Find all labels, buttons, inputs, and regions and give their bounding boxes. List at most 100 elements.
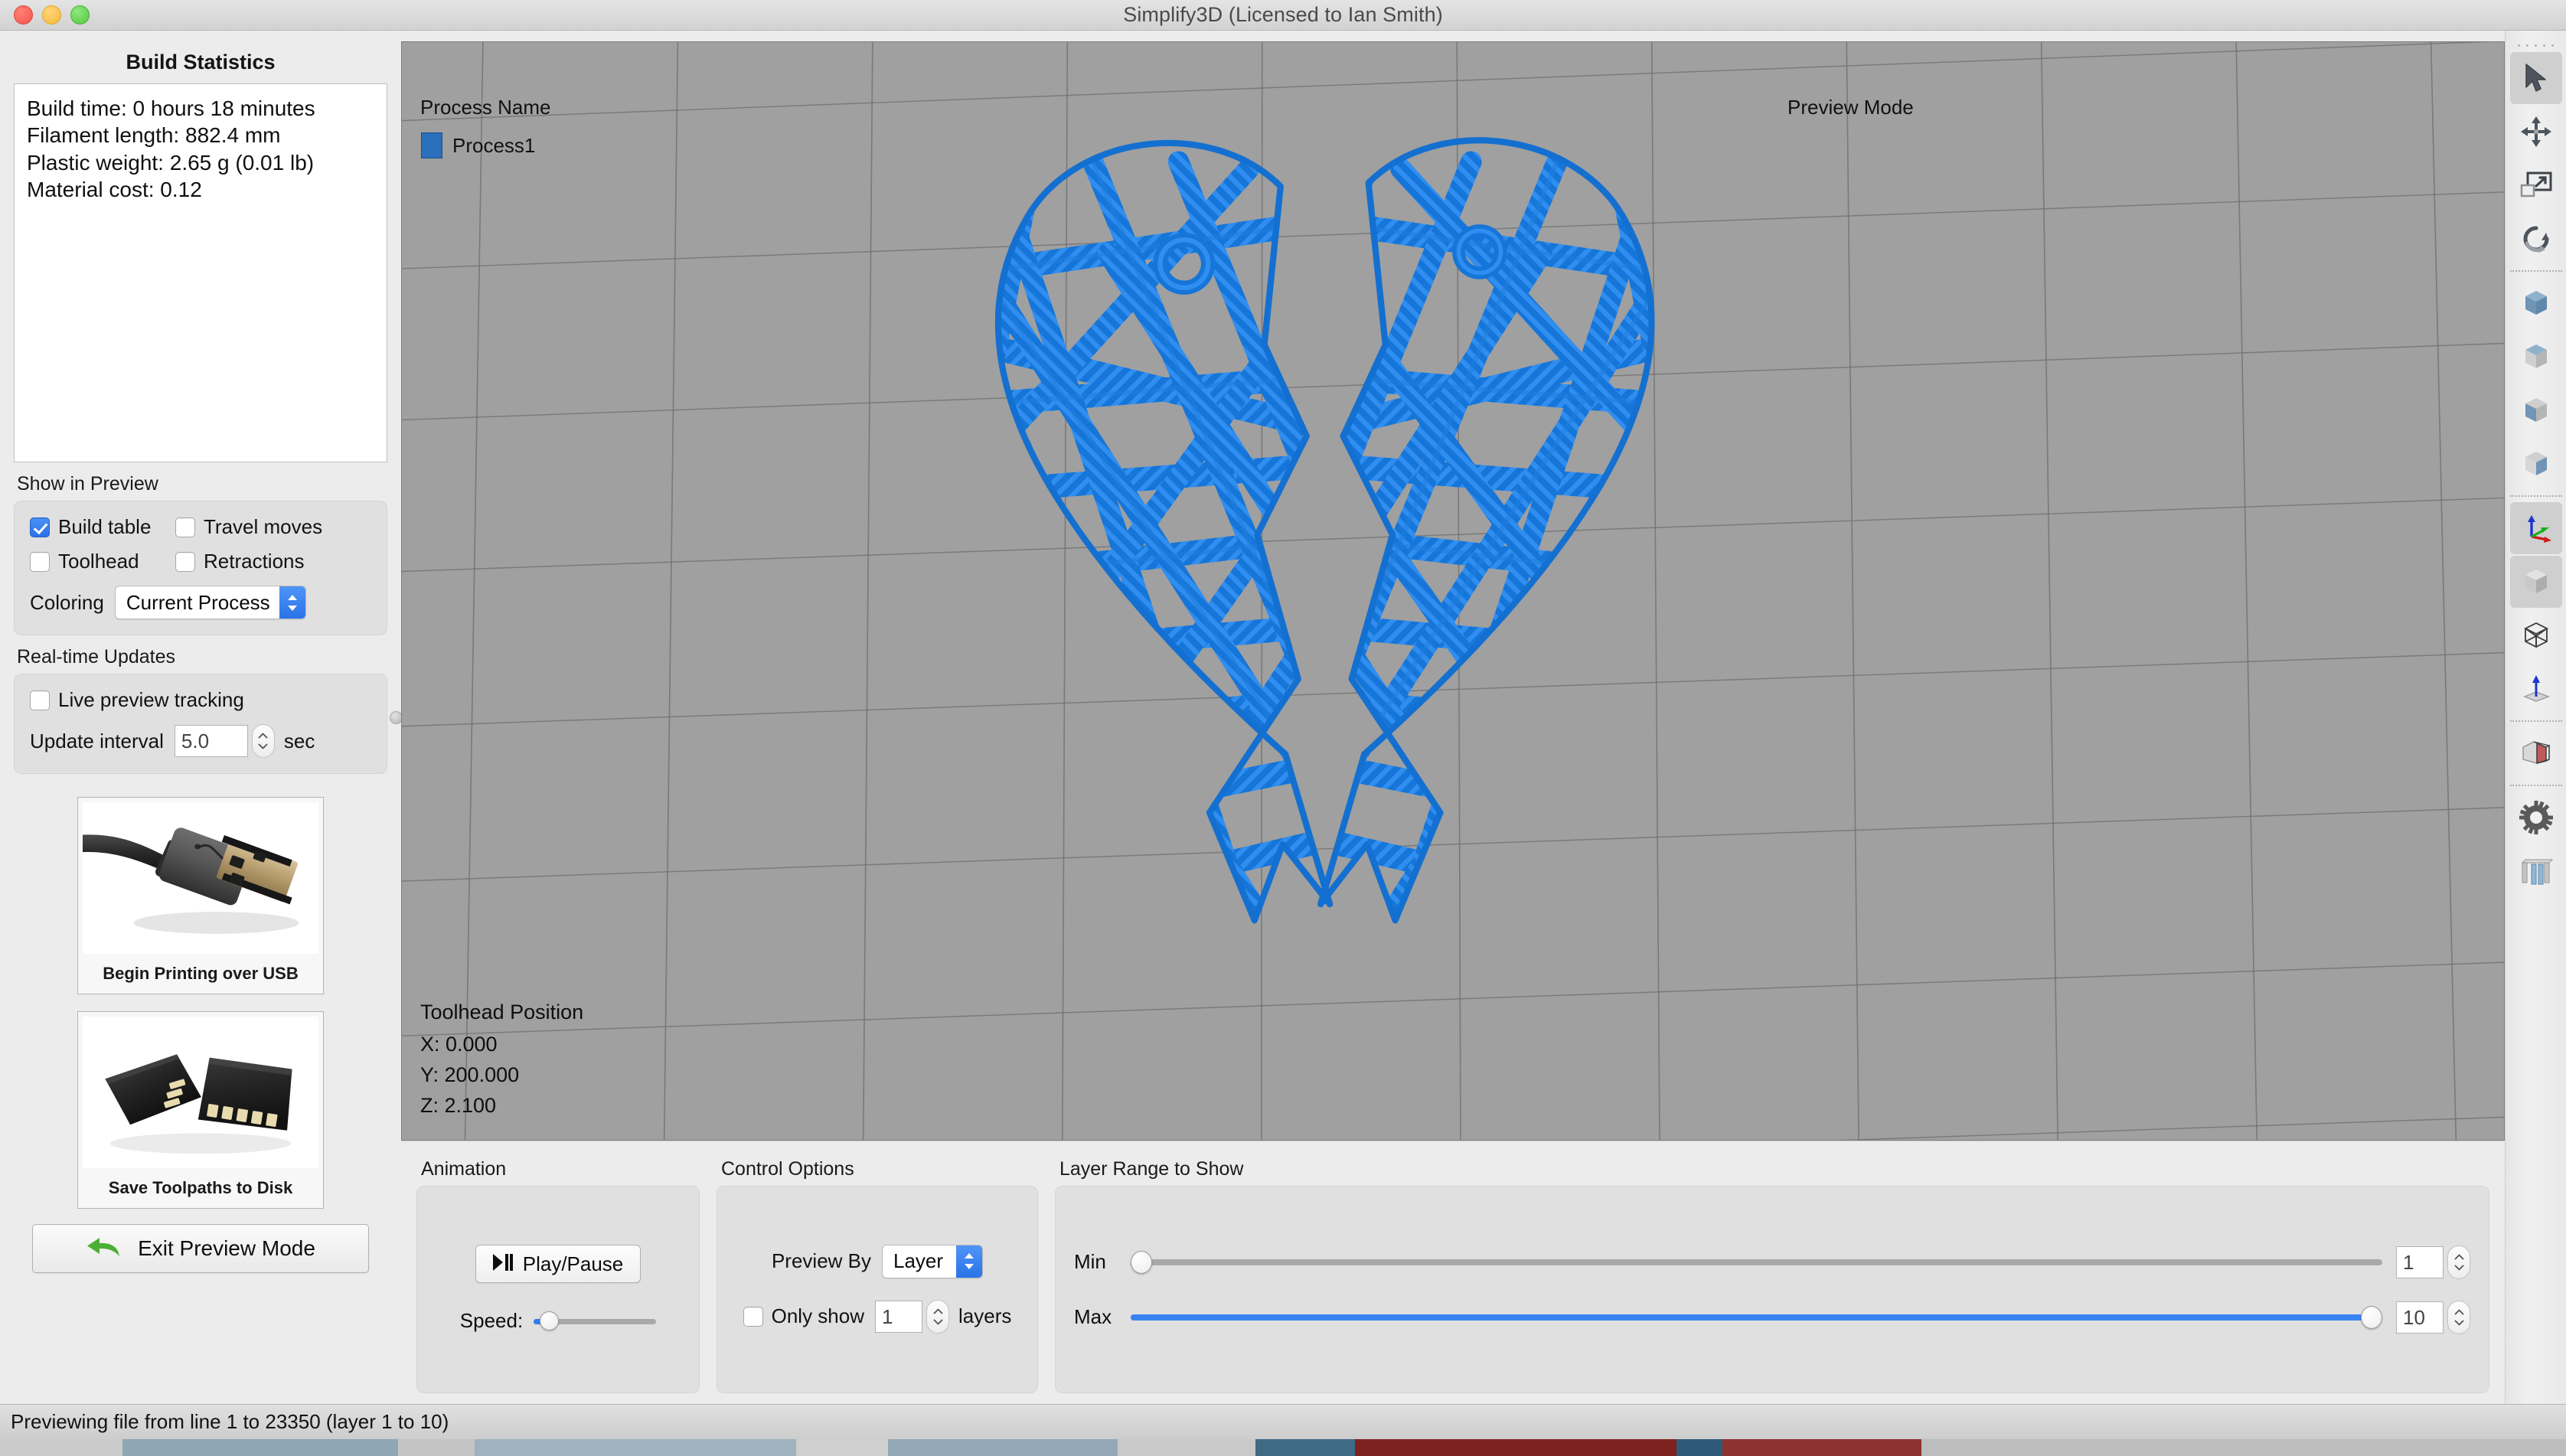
- exit-preview-mode-label: Exit Preview Mode: [138, 1236, 315, 1260]
- toolhead-x: X: 0.000: [420, 1033, 498, 1056]
- max-spin-wrap: 10: [2396, 1300, 2470, 1334]
- build-statistics-textbox: Build time: 0 hours 18 minutes Filament …: [14, 83, 387, 462]
- title-bar: Simplify3D (Licensed to Ian Smith): [0, 0, 2566, 31]
- speed-slider[interactable]: [534, 1311, 657, 1330]
- only-show-stepper[interactable]: [926, 1299, 950, 1334]
- min-label: Min: [1074, 1250, 1106, 1273]
- min-layer-slider[interactable]: [1131, 1250, 2382, 1274]
- preview-by-dropdown[interactable]: Layer: [882, 1244, 984, 1278]
- 3d-viewport[interactable]: Process Name Process1 Preview Mode Toolh…: [401, 41, 2505, 1141]
- support-structures-tool[interactable]: [2510, 845, 2562, 897]
- axes-indicator-tool[interactable]: [2509, 502, 2562, 554]
- control-options-label: Control Options: [721, 1158, 854, 1180]
- view-top-tool[interactable]: [2510, 331, 2562, 383]
- update-interval-input[interactable]: 5.0: [174, 725, 248, 757]
- view-side-tool[interactable]: [2510, 438, 2562, 490]
- build-table-label: Build table: [58, 515, 152, 538]
- update-interval-unit: sec: [283, 729, 315, 752]
- min-layer-row: Min 1: [1074, 1245, 2470, 1279]
- view-iso-tool[interactable]: [2510, 277, 2562, 329]
- material-cost-line: Material cost: 0.12: [27, 177, 202, 201]
- status-bar: Previewing file from line 1 to 23350 (la…: [0, 1404, 2566, 1439]
- view-front-tool[interactable]: [2510, 384, 2562, 436]
- min-slider-track: [1131, 1258, 2382, 1265]
- toolhead-checkbox-box[interactable]: [30, 551, 50, 572]
- min-layer-input[interactable]: 1: [2396, 1245, 2444, 1278]
- max-layer-input[interactable]: 10: [2396, 1301, 2444, 1334]
- view-wireframe-tool[interactable]: [2510, 609, 2562, 661]
- normal-direction-tool[interactable]: [2510, 663, 2562, 715]
- exit-preview-mode-button[interactable]: Exit Preview Mode: [32, 1224, 369, 1273]
- travel-moves-checkbox-box[interactable]: [175, 517, 195, 537]
- speed-row: Speed:: [459, 1309, 657, 1333]
- preview-by-row: Preview By Layer: [771, 1244, 984, 1278]
- speed-label: Speed:: [459, 1309, 524, 1332]
- toolhead-z: Z: 2.100: [420, 1094, 497, 1118]
- settings-gear-tool[interactable]: [2510, 792, 2562, 844]
- select-cursor-tool[interactable]: [2509, 52, 2562, 104]
- max-layer-stepper[interactable]: [2447, 1300, 2470, 1334]
- plastic-weight-line: Plastic weight: 2.65 g (0.01 lb): [27, 150, 315, 175]
- move-tool[interactable]: [2510, 106, 2562, 158]
- toolhead-checkbox[interactable]: Toolhead: [30, 550, 175, 573]
- only-show-row: Only show 1 layers: [743, 1299, 1011, 1334]
- live-preview-checkbox-box[interactable]: [30, 690, 50, 710]
- only-show-checkbox[interactable]: [743, 1306, 763, 1327]
- play-pause-button[interactable]: Play/Pause: [475, 1245, 642, 1283]
- close-window-button[interactable]: [14, 5, 33, 24]
- live-preview-row: Live preview tracking: [30, 688, 371, 712]
- status-text: Previewing file from line 1 to 23350 (la…: [11, 1410, 449, 1433]
- sd-card-icon: [83, 1017, 318, 1168]
- window-controls: [14, 0, 90, 30]
- application-window: Simplify3D (Licensed to Ian Smith) Build…: [0, 0, 2566, 1439]
- play-pause-icon: [492, 1253, 513, 1275]
- min-layer-stepper[interactable]: [2447, 1245, 2470, 1279]
- build-table-checkbox[interactable]: Build table: [30, 515, 175, 539]
- scale-tool[interactable]: [2510, 159, 2562, 211]
- travel-moves-checkbox[interactable]: Travel moves: [175, 515, 322, 539]
- view-solid-tool[interactable]: [2509, 556, 2562, 608]
- max-layer-row: Max 10: [1074, 1300, 2470, 1334]
- toolpath-model-broken-heart: [994, 137, 1655, 924]
- retractions-checkbox-box[interactable]: [175, 551, 195, 572]
- splitter-knob[interactable]: [389, 710, 403, 724]
- cross-section-tool[interactable]: [2510, 727, 2562, 779]
- toolbar-separator: [2509, 270, 2562, 272]
- toolbar-grab-handle[interactable]: [2510, 40, 2562, 51]
- retractions-checkbox[interactable]: Retractions: [175, 550, 305, 573]
- coloring-label: Coloring: [30, 590, 104, 614]
- realtime-updates-label: Real-time Updates: [17, 646, 176, 668]
- build-table-checkbox-box[interactable]: [30, 517, 50, 537]
- layer-range-group: Layer Range to Show Min 1 Max 10: [1055, 1155, 2489, 1393]
- animation-fieldset: Play/Pause Speed:: [416, 1186, 700, 1393]
- min-spin-wrap: 1: [2396, 1245, 2470, 1279]
- speed-slider-knob[interactable]: [540, 1311, 560, 1330]
- build-statistics-title: Build Statistics: [126, 51, 276, 73]
- left-sidebar: Build Statistics Build time: 0 hours 18 …: [0, 31, 403, 1404]
- checkbox-row-2: Toolhead Retractions: [30, 550, 371, 573]
- layer-range-label: Layer Range to Show: [1059, 1158, 1244, 1180]
- max-slider-knob[interactable]: [2361, 1305, 2382, 1329]
- live-preview-tracking-checkbox[interactable]: Live preview tracking: [30, 688, 244, 712]
- only-show-layers-input[interactable]: 1: [875, 1300, 923, 1333]
- usb-cable-icon: [83, 802, 318, 954]
- process-value: Process1: [452, 134, 536, 157]
- update-interval-stepper[interactable]: [251, 724, 275, 758]
- preview-by-label: Preview By: [771, 1249, 872, 1272]
- minimize-window-button[interactable]: [42, 5, 61, 24]
- heart-left-loop: [1183, 266, 1185, 268]
- rotate-tool[interactable]: [2510, 213, 2562, 265]
- maximize-window-button[interactable]: [70, 5, 90, 24]
- max-slider-fill: [1131, 1314, 2382, 1321]
- min-slider-knob[interactable]: [1131, 1250, 1152, 1274]
- toolbar-separator: [2509, 495, 2562, 497]
- realtime-updates-group: Live preview tracking Update interval 5.…: [14, 674, 387, 774]
- begin-printing-over-usb-button[interactable]: Begin Printing over USB: [77, 797, 324, 994]
- animation-label: Animation: [421, 1158, 507, 1180]
- save-toolpaths-to-disk-button[interactable]: Save Toolpaths to Disk: [77, 1011, 324, 1209]
- right-toolbar: [2505, 31, 2566, 1404]
- live-preview-label: Live preview tracking: [58, 688, 244, 711]
- max-layer-slider[interactable]: [1131, 1305, 2382, 1329]
- chevron-updown-icon: [956, 1245, 983, 1278]
- coloring-dropdown[interactable]: Current Process: [114, 586, 306, 619]
